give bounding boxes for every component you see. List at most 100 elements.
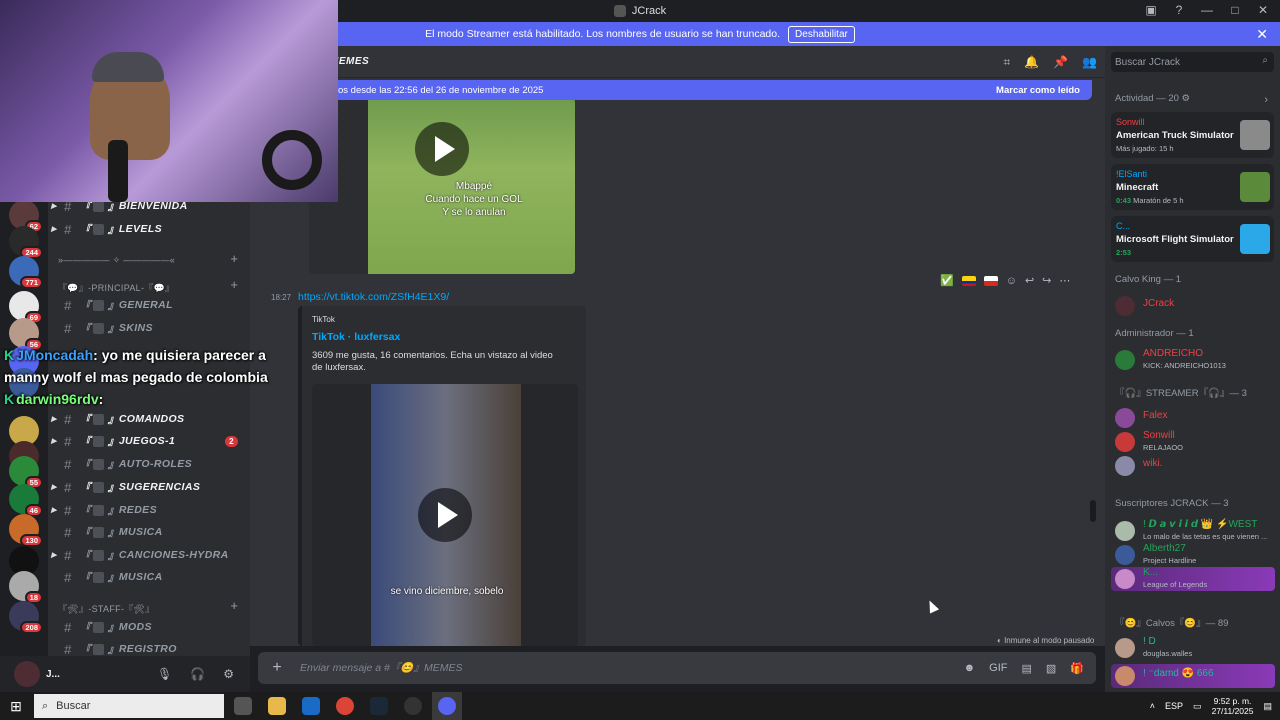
apps-icon[interactable]: ☻ xyxy=(964,662,976,675)
help-icon[interactable]: ? xyxy=(1172,3,1186,17)
server-icon[interactable]: 244 xyxy=(9,226,43,259)
threads-icon[interactable]: ⌗ xyxy=(1003,55,1010,70)
message-input[interactable] xyxy=(300,662,860,674)
channel-item[interactable]: # 『 』 MODS xyxy=(48,617,250,637)
discord-icon[interactable] xyxy=(432,692,462,720)
check-reaction-icon[interactable]: ✅ xyxy=(940,274,954,287)
channel-item[interactable]: ▶ # 『 』 CANCIONES-HYDRA xyxy=(48,545,250,565)
pin-icon[interactable]: 📌 xyxy=(1053,55,1068,70)
activity-card[interactable]: C... Microsoft Flight Simulator ... 2:53 xyxy=(1111,216,1274,262)
colombia-flag-icon[interactable] xyxy=(961,275,976,286)
bell-icon[interactable]: 🔔 xyxy=(1024,55,1039,70)
inbox-icon[interactable]: ▣ xyxy=(1144,3,1158,17)
message-link[interactable]: https://vt.tiktok.com/ZSfH4E1X9/ xyxy=(298,291,449,303)
member-item[interactable]: ANDREICHO KICK: ANDREICHO1013 xyxy=(1115,348,1275,372)
notifications-icon[interactable]: ▤ xyxy=(1263,701,1272,712)
member-item[interactable]: Sonwill RELAJAOO xyxy=(1115,430,1275,454)
add-channel-icon[interactable]: + xyxy=(230,277,238,292)
avatar[interactable] xyxy=(14,661,40,687)
add-channel-icon[interactable]: + xyxy=(230,251,238,266)
reply-icon[interactable]: ↩ xyxy=(1025,274,1034,287)
windows-start-icon[interactable]: ⊞ xyxy=(2,698,30,715)
attach-icon[interactable]: + xyxy=(268,659,286,677)
obs-icon[interactable] xyxy=(398,692,428,720)
member-item[interactable]: ! 𝘿 𝙖 𝙫 𝙞 𝙞 𝙙 👑 ⚡WEST Lo malo de las teta… xyxy=(1115,519,1275,543)
add-channel-icon[interactable]: + xyxy=(230,598,238,613)
search-input[interactable]: Buscar JCrack ⌕ xyxy=(1111,52,1274,72)
file-explorer-icon[interactable] xyxy=(262,692,292,720)
server-icon[interactable]: 69 xyxy=(9,291,43,324)
server-icon[interactable]: 46 xyxy=(9,484,43,517)
steam-icon[interactable] xyxy=(364,692,394,720)
scrollbar[interactable] xyxy=(1090,500,1096,522)
server-icon[interactable]: 208 xyxy=(9,601,43,634)
close-icon[interactable]: ✕ xyxy=(1256,26,1268,43)
more-icon[interactable]: ⋯ xyxy=(1059,274,1070,287)
activity-card[interactable]: !ElSanti Minecraft 0:43 Maratón de 5 h xyxy=(1111,164,1274,210)
task-view-icon[interactable] xyxy=(228,692,258,720)
member-item[interactable]: ! D douglas.walles xyxy=(1115,636,1275,660)
member-item[interactable]: ! ⁻damd 😍 666 xyxy=(1111,664,1275,688)
member-item[interactable]: K... League of Legends xyxy=(1111,567,1275,591)
emoji-icon[interactable]: ▧ xyxy=(1046,662,1056,675)
maximize-button[interactable]: □ xyxy=(1228,3,1242,17)
mark-as-read-button[interactable]: Marcar como leído xyxy=(996,85,1080,96)
clock[interactable]: 9:52 p. m. 27/11/2025 xyxy=(1212,696,1254,716)
channel-name: JUEGOS-1 xyxy=(118,435,176,447)
channel-item[interactable]: # 『 』 MUSICA xyxy=(48,567,250,587)
close-button[interactable]: ✕ xyxy=(1256,3,1270,17)
chrome-icon[interactable] xyxy=(330,692,360,720)
member-item[interactable]: Alberth27 Project Hardline xyxy=(1115,543,1275,567)
username[interactable]: J... xyxy=(46,669,60,680)
network-icon[interactable]: ▭ xyxy=(1193,701,1202,712)
category-staff[interactable]: 『🛠』-STAFF-『🛠』 xyxy=(58,602,155,615)
member-item[interactable]: Falex xyxy=(1115,406,1275,430)
kick-badge-icon: K xyxy=(4,391,15,407)
taskbar-search[interactable]: ⌕ Buscar xyxy=(34,694,224,718)
channel-item[interactable]: # 『 』 REGISTRO xyxy=(48,639,250,657)
video-embed[interactable]: Mbappé Cuando hace un GOL Y se lo anulan xyxy=(309,98,575,274)
server-icon[interactable]: 18 xyxy=(9,571,43,604)
channel-item[interactable]: # 『 』 MUSICA xyxy=(48,522,250,542)
add-reaction-icon[interactable]: ☺ xyxy=(1006,275,1017,287)
play-icon[interactable] xyxy=(418,488,472,542)
channel-item[interactable]: # 『 』 SKINS xyxy=(48,318,250,338)
server-icon[interactable]: 130 xyxy=(9,514,43,547)
sticker-icon[interactable]: ▤ xyxy=(1021,662,1031,675)
channel-item[interactable]: ▶ # 『 』 SUGERENCIAS xyxy=(48,477,250,497)
server-icon[interactable]: 771 xyxy=(9,256,43,289)
channel-item[interactable]: # 『 』 AUTO-ROLES xyxy=(48,454,250,474)
channel-item[interactable]: # 『 』 GENERAL xyxy=(48,295,250,315)
server-icon[interactable]: 55 xyxy=(9,456,43,489)
gear-icon[interactable]: ⚙ xyxy=(223,667,234,681)
gif-icon[interactable]: GIF xyxy=(989,662,1007,675)
language-indicator[interactable]: ESP xyxy=(1165,701,1183,711)
forward-icon[interactable]: ↪ xyxy=(1042,274,1051,287)
outlook-icon[interactable] xyxy=(296,692,326,720)
member-item[interactable]: JCrack xyxy=(1115,294,1275,318)
members-icon[interactable]: 👥 xyxy=(1082,55,1097,70)
microphone-icon[interactable]: 🎙 xyxy=(157,667,172,681)
chevron-right-icon[interactable]: › xyxy=(1264,94,1268,106)
channel-item[interactable]: ▶ # 『 』 COMANDOS xyxy=(48,409,250,429)
bracket-glyph: 』 xyxy=(107,223,119,236)
embed-title[interactable]: TikTok · luxfersax xyxy=(312,331,400,343)
channel-name: COMANDOS xyxy=(118,413,185,425)
channel-item[interactable]: ▶ # 『 』 LEVELS xyxy=(48,219,250,239)
disable-streamer-button[interactable]: Deshabilitar xyxy=(788,25,855,43)
chat-username: JMoncadah xyxy=(16,347,94,363)
activity-card[interactable]: Sonwill American Truck Simulator Más juga… xyxy=(1111,112,1274,158)
chile-flag-icon[interactable] xyxy=(983,275,998,286)
new-messages-bar[interactable]: os desde las 22:56 del 26 de noviembre d… xyxy=(320,80,1092,100)
channel-item[interactable]: ▶ # 『 』 REDES xyxy=(48,500,250,520)
chevron-up-icon[interactable]: ˄ xyxy=(1150,701,1155,711)
caret-icon: ▶ xyxy=(51,226,57,233)
headphones-icon[interactable]: 🎧 xyxy=(190,667,205,681)
video-embed[interactable]: se vino diciembre, sobelo xyxy=(312,384,578,646)
play-icon[interactable] xyxy=(415,122,469,176)
member-item[interactable]: wiki. xyxy=(1115,454,1275,478)
minimize-button[interactable]: — xyxy=(1200,3,1214,17)
category-principal[interactable]: 『💬』-PRINCIPAL-『💬』 xyxy=(58,281,174,294)
channel-item[interactable]: ▶ # 『 』 JUEGOS-1 2 xyxy=(48,431,250,451)
gift-icon[interactable]: 🎁 xyxy=(1070,662,1084,675)
